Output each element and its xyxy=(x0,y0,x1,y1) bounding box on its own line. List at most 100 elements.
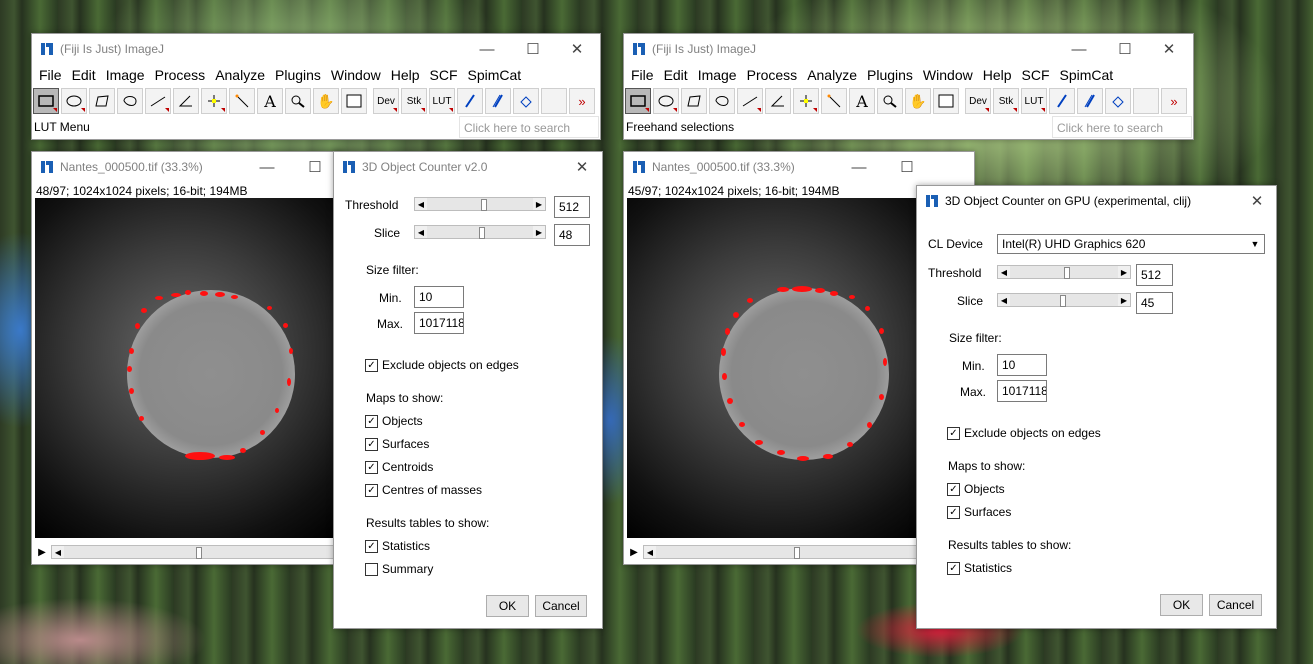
stk-tool[interactable]: Stk xyxy=(993,88,1019,114)
menu-scf[interactable]: SCF xyxy=(1017,67,1055,83)
slice-input[interactable]: 48 xyxy=(554,224,590,246)
slice-slider[interactable]: ◀ ▶ xyxy=(414,225,546,239)
map-centroids-checkbox[interactable]: ✓ Centroids xyxy=(365,460,433,474)
slider-left-icon[interactable]: ◀ xyxy=(998,294,1010,306)
text-tool-icon[interactable]: A xyxy=(849,88,875,114)
dev-tool[interactable]: Dev xyxy=(373,88,399,114)
image-titlebar[interactable]: Nantes_000500.tif (33.3%) — ☐ xyxy=(32,152,342,182)
slider-left-icon[interactable]: ◀ xyxy=(998,266,1010,278)
line-tool-icon[interactable] xyxy=(737,88,763,114)
menu-image[interactable]: Image xyxy=(693,67,742,83)
oval-tool-icon[interactable] xyxy=(653,88,679,114)
cancel-button[interactable]: Cancel xyxy=(1209,594,1262,616)
oval-tool-icon[interactable] xyxy=(61,88,87,114)
chevron-down-icon[interactable]: ▼ xyxy=(1248,237,1262,251)
empty-tool-slot[interactable] xyxy=(1133,88,1159,114)
titlebar[interactable]: (Fiji Is Just) ImageJ — ☐ ✕ xyxy=(624,34,1193,64)
color-picker-icon[interactable] xyxy=(341,88,367,114)
wand-tool-icon[interactable] xyxy=(821,88,847,114)
more-tools-icon[interactable]: » xyxy=(1161,88,1187,114)
threshold-input[interactable]: 512 xyxy=(554,196,590,218)
flood-fill-icon[interactable] xyxy=(513,88,539,114)
menu-plugins[interactable]: Plugins xyxy=(270,67,326,83)
exclude-edges-checkbox[interactable]: ✓ Exclude objects on edges xyxy=(365,358,519,372)
max-input[interactable]: 1017118 xyxy=(997,380,1047,402)
pencil-tool-icon[interactable] xyxy=(1049,88,1075,114)
close-icon[interactable]: ✕ xyxy=(554,34,600,64)
rectangle-tool-icon[interactable] xyxy=(33,88,59,114)
result-summary-checkbox[interactable]: Summary xyxy=(365,562,433,576)
slider-thumb[interactable] xyxy=(1060,295,1066,307)
play-icon[interactable]: ▶ xyxy=(628,546,640,558)
cl-device-select[interactable]: Intel(R) UHD Graphics 620 ▼ xyxy=(997,234,1265,254)
menu-help[interactable]: Help xyxy=(386,67,425,83)
angle-tool-icon[interactable] xyxy=(173,88,199,114)
maximize-icon[interactable]: ☐ xyxy=(292,152,338,182)
minimize-icon[interactable]: — xyxy=(464,34,510,64)
slider-right-icon[interactable]: ▶ xyxy=(533,198,545,210)
ok-button[interactable]: OK xyxy=(1160,594,1203,616)
search-field[interactable]: Click here to search xyxy=(1052,116,1192,138)
close-icon[interactable]: ✕ xyxy=(564,152,600,182)
scroll-thumb[interactable] xyxy=(794,547,800,559)
map-objects-checkbox[interactable]: ✓ Objects xyxy=(947,482,1005,496)
pencil-tool-icon[interactable] xyxy=(457,88,483,114)
max-input[interactable]: 1017118 xyxy=(414,312,464,334)
lut-tool[interactable]: LUT xyxy=(1021,88,1047,114)
image-titlebar[interactable]: Nantes_000500.tif (33.3%) — ☐ xyxy=(624,152,974,182)
menu-image[interactable]: Image xyxy=(101,67,150,83)
brush-tool-icon[interactable] xyxy=(1077,88,1103,114)
color-picker-icon[interactable] xyxy=(933,88,959,114)
dialog-titlebar[interactable]: 3D Object Counter v2.0 ✕ xyxy=(334,152,602,182)
lut-tool[interactable]: LUT xyxy=(429,88,455,114)
threshold-input[interactable]: 512 xyxy=(1136,264,1173,286)
scroll-left-icon[interactable]: ◀ xyxy=(644,546,656,558)
maximize-icon[interactable]: ☐ xyxy=(510,34,556,64)
brush-tool-icon[interactable] xyxy=(485,88,511,114)
hand-tool-icon[interactable]: ✋ xyxy=(905,88,931,114)
maximize-icon[interactable]: ☐ xyxy=(1102,34,1148,64)
threshold-slider[interactable]: ◀ ▶ xyxy=(997,265,1131,279)
slider-thumb[interactable] xyxy=(481,199,487,211)
stk-tool[interactable]: Stk xyxy=(401,88,427,114)
map-centres-checkbox[interactable]: ✓ Centres of masses xyxy=(365,483,482,497)
minimize-icon[interactable]: — xyxy=(244,152,290,182)
slider-left-icon[interactable]: ◀ xyxy=(415,226,427,238)
menu-file[interactable]: File xyxy=(34,67,67,83)
polygon-tool-icon[interactable] xyxy=(89,88,115,114)
scroll-thumb[interactable] xyxy=(196,547,202,559)
point-tool-icon[interactable] xyxy=(793,88,819,114)
minimize-icon[interactable]: — xyxy=(836,152,882,182)
result-statistics-checkbox[interactable]: ✓ Statistics xyxy=(947,561,1012,575)
slider-thumb[interactable] xyxy=(479,227,485,239)
empty-tool-slot[interactable] xyxy=(541,88,567,114)
menu-process[interactable]: Process xyxy=(742,67,803,83)
image-canvas[interactable] xyxy=(627,198,927,538)
menu-scf[interactable]: SCF xyxy=(425,67,463,83)
wand-tool-icon[interactable] xyxy=(229,88,255,114)
menu-edit[interactable]: Edit xyxy=(67,67,101,83)
polygon-tool-icon[interactable] xyxy=(681,88,707,114)
slider-right-icon[interactable]: ▶ xyxy=(533,226,545,238)
maximize-icon[interactable]: ☐ xyxy=(884,152,930,182)
dev-tool[interactable]: Dev xyxy=(965,88,991,114)
menu-plugins[interactable]: Plugins xyxy=(862,67,918,83)
map-objects-checkbox[interactable]: ✓ Objects xyxy=(365,414,423,428)
line-tool-icon[interactable] xyxy=(145,88,171,114)
more-tools-icon[interactable]: » xyxy=(569,88,595,114)
image-canvas[interactable] xyxy=(35,198,335,538)
freehand-tool-icon[interactable] xyxy=(117,88,143,114)
close-icon[interactable]: ✕ xyxy=(1239,186,1275,216)
zoom-tool-icon[interactable] xyxy=(285,88,311,114)
slider-left-icon[interactable]: ◀ xyxy=(415,198,427,210)
result-statistics-checkbox[interactable]: ✓ Statistics xyxy=(365,539,430,553)
freehand-tool-icon[interactable] xyxy=(709,88,735,114)
text-tool-icon[interactable]: A xyxy=(257,88,283,114)
angle-tool-icon[interactable] xyxy=(765,88,791,114)
slider-right-icon[interactable]: ▶ xyxy=(1118,266,1130,278)
close-icon[interactable]: ✕ xyxy=(1146,34,1192,64)
menu-analyze[interactable]: Analyze xyxy=(210,67,270,83)
point-tool-icon[interactable] xyxy=(201,88,227,114)
menu-spimcat[interactable]: SpimCat xyxy=(463,67,527,83)
titlebar[interactable]: (Fiji Is Just) ImageJ — ☐ ✕ xyxy=(32,34,600,64)
